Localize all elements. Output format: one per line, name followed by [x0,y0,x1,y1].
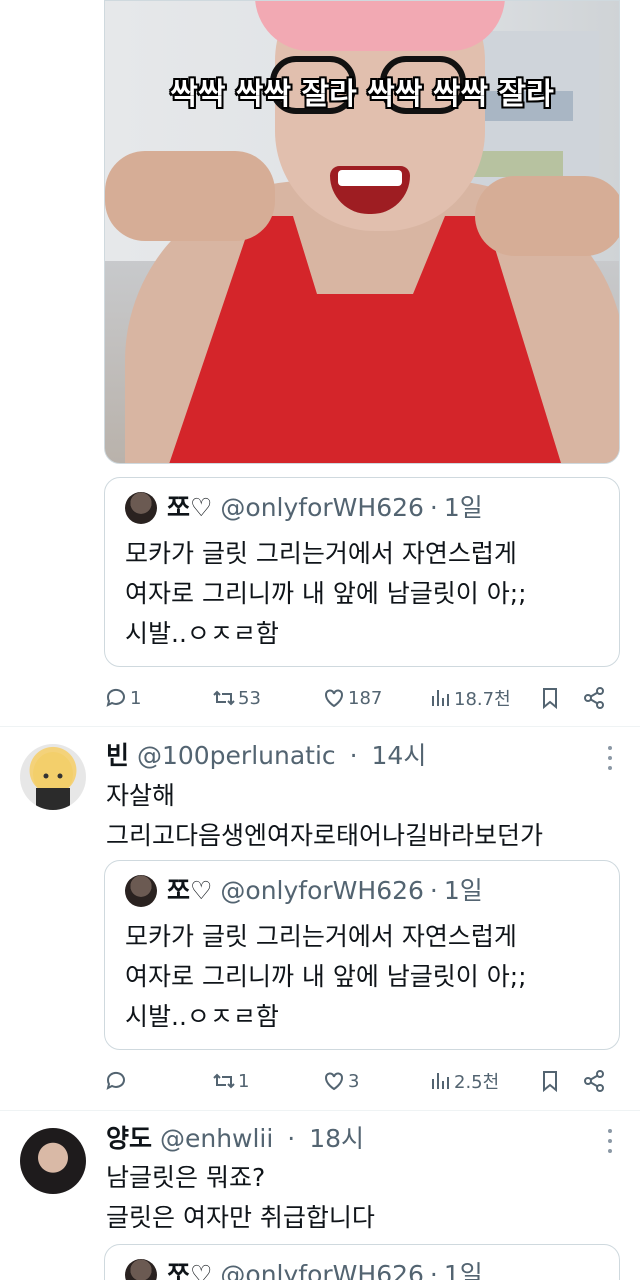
quoted-tweet-time: 1일 [443,1260,483,1280]
quoted-author-handle: @onlyforWH626 [220,493,424,522]
quoted-line: 시발..ㅇㅈㄹ함 [125,619,279,648]
reply-icon [106,1071,125,1090]
reply-button[interactable] [104,1066,130,1096]
avatar[interactable] [20,744,86,810]
tweet-line: 그리고다음생엔여자로태어나길바라보던가 [106,821,544,850]
like-count: 187 [348,687,383,709]
author-handle[interactable]: @100perlunatic [137,741,336,770]
quoted-author-name: 쪼♡ [167,876,213,905]
media-pink-headband [255,1,505,51]
quoted-author-name: 쪼♡ [167,493,213,522]
more-icon[interactable] [608,746,614,770]
separator-dot: · [429,1260,438,1280]
share-button[interactable] [582,683,608,713]
quoted-tweet-header: 쪼♡ @onlyforWH626 · 1일 [125,875,601,907]
tweet-line: 남글릿은 뭐죠? [106,1163,266,1192]
tweet-action-bar: 1 3 2.5천 [104,1066,620,1096]
author-name[interactable]: 빈 [106,741,129,770]
like-icon [325,689,343,708]
quoted-line: 모카가 글릿 그리는거에서 자연스럽게 [125,539,517,568]
tweet-line: 글릿은 여자만 취급합니다 [106,1203,375,1232]
tweet-header: 양도 @enhwlii · 18시 [106,1124,364,1154]
views-count: 2.5천 [454,1072,500,1093]
views-icon [432,690,449,706]
share-icon [584,1070,604,1092]
more-icon[interactable] [608,1129,614,1153]
separator-dot: · [349,741,358,770]
quoted-tweet-text: 모카가 글릿 그리는거에서 자연스럽게 여자로 그리니까 내 앞에 남글릿이 아… [125,534,601,654]
quoted-tweet-card[interactable]: 쪼♡ @onlyforWH626 · 1일 [104,1244,620,1280]
separator-dot: · [287,1124,296,1153]
reply-count: 1 [130,687,142,709]
separator-dot: · [429,876,438,905]
quoted-line: 여자로 그리니까 내 앞에 남글릿이 아;; [125,579,527,608]
retweet-count: 53 [238,687,261,709]
video-caption: 싹싹 싹싹 잘라 싹싹 싹싹 잘라 [170,77,554,112]
quoted-tweet-time: 1일 [443,493,483,522]
bookmark-icon [543,1071,557,1093]
quoted-tweet-header: 쪼♡ @onlyforWH626 · 1일 [125,492,601,524]
tweet-line: 자살해 [106,781,176,810]
tweet-text: 자살해 그리고다음생엔여자로태어나길바라보던가 [106,776,543,856]
author-name[interactable]: 양도 [106,1124,152,1153]
quoted-tweet-header: 쪼♡ @onlyforWH626 · 1일 [125,1259,601,1280]
quoted-tweet-card[interactable]: 쪼♡ @onlyforWH626 · 1일 모카가 글릿 그리는거에서 자연스럽… [104,860,620,1050]
bookmark-button[interactable] [538,1066,564,1096]
avatar-illustration [33,752,73,810]
like-button[interactable]: 3 [322,1066,359,1096]
views-button[interactable]: 18.7천 [428,683,511,713]
quoted-tweet-time: 1일 [443,876,483,905]
media-left-hand [105,151,275,241]
avatar [125,492,157,524]
quoted-author-name: 쪼♡ [167,1260,213,1280]
views-icon [432,1073,449,1089]
author-handle[interactable]: @enhwlii [160,1124,273,1153]
avatar [125,875,157,907]
like-button[interactable]: 187 [322,683,382,713]
bookmark-button[interactable] [538,683,564,713]
tweet-time[interactable]: 18시 [309,1124,364,1153]
reply-icon [106,688,125,707]
tweet-header: 빈 @100perlunatic · 14시 [106,741,426,771]
quoted-tweet-card[interactable]: 쪼♡ @onlyforWH626 · 1일 모카가 글릿 그리는거에서 자연스럽… [104,477,620,667]
retweet-button[interactable]: 53 [212,683,261,713]
tweet-time[interactable]: 14시 [372,741,427,770]
like-count: 3 [348,1070,360,1092]
quoted-author-handle: @onlyforWH626 [220,876,424,905]
retweet-count: 1 [238,1070,250,1092]
retweet-icon [213,690,235,706]
retweet-button[interactable]: 1 [212,1066,249,1096]
share-button[interactable] [582,1066,608,1096]
tweet-divider [0,1110,640,1111]
tweet-divider [0,726,640,727]
quoted-line: 여자로 그리니까 내 앞에 남글릿이 아;; [125,962,527,991]
avatar [125,1259,157,1280]
separator-dot: · [429,493,438,522]
tweet-text: 남글릿은 뭐죠? 글릿은 여자만 취급합니다 [106,1158,375,1238]
quoted-author-handle: @onlyforWH626 [220,1260,424,1280]
reply-button[interactable]: 1 [104,683,141,713]
avatar[interactable] [20,1128,86,1194]
bookmark-icon [543,688,557,710]
media-right-hand [475,176,619,256]
like-icon [325,1072,343,1091]
tweet-action-bar: 1 53 187 18.7천 [104,683,620,713]
views-button[interactable]: 2.5천 [428,1066,499,1096]
views-count: 18.7천 [454,689,511,710]
share-icon [584,687,604,709]
retweet-icon [213,1073,235,1089]
quoted-line: 모카가 글릿 그리는거에서 자연스럽게 [125,922,517,951]
quoted-line: 시발..ㅇㅈㄹ함 [125,1002,279,1031]
quoted-tweet-text: 모카가 글릿 그리는거에서 자연스럽게 여자로 그리니까 내 앞에 남글릿이 아… [125,917,601,1037]
video-media[interactable]: 싹싹 싹싹 잘라 싹싹 싹싹 잘라 [104,0,620,464]
